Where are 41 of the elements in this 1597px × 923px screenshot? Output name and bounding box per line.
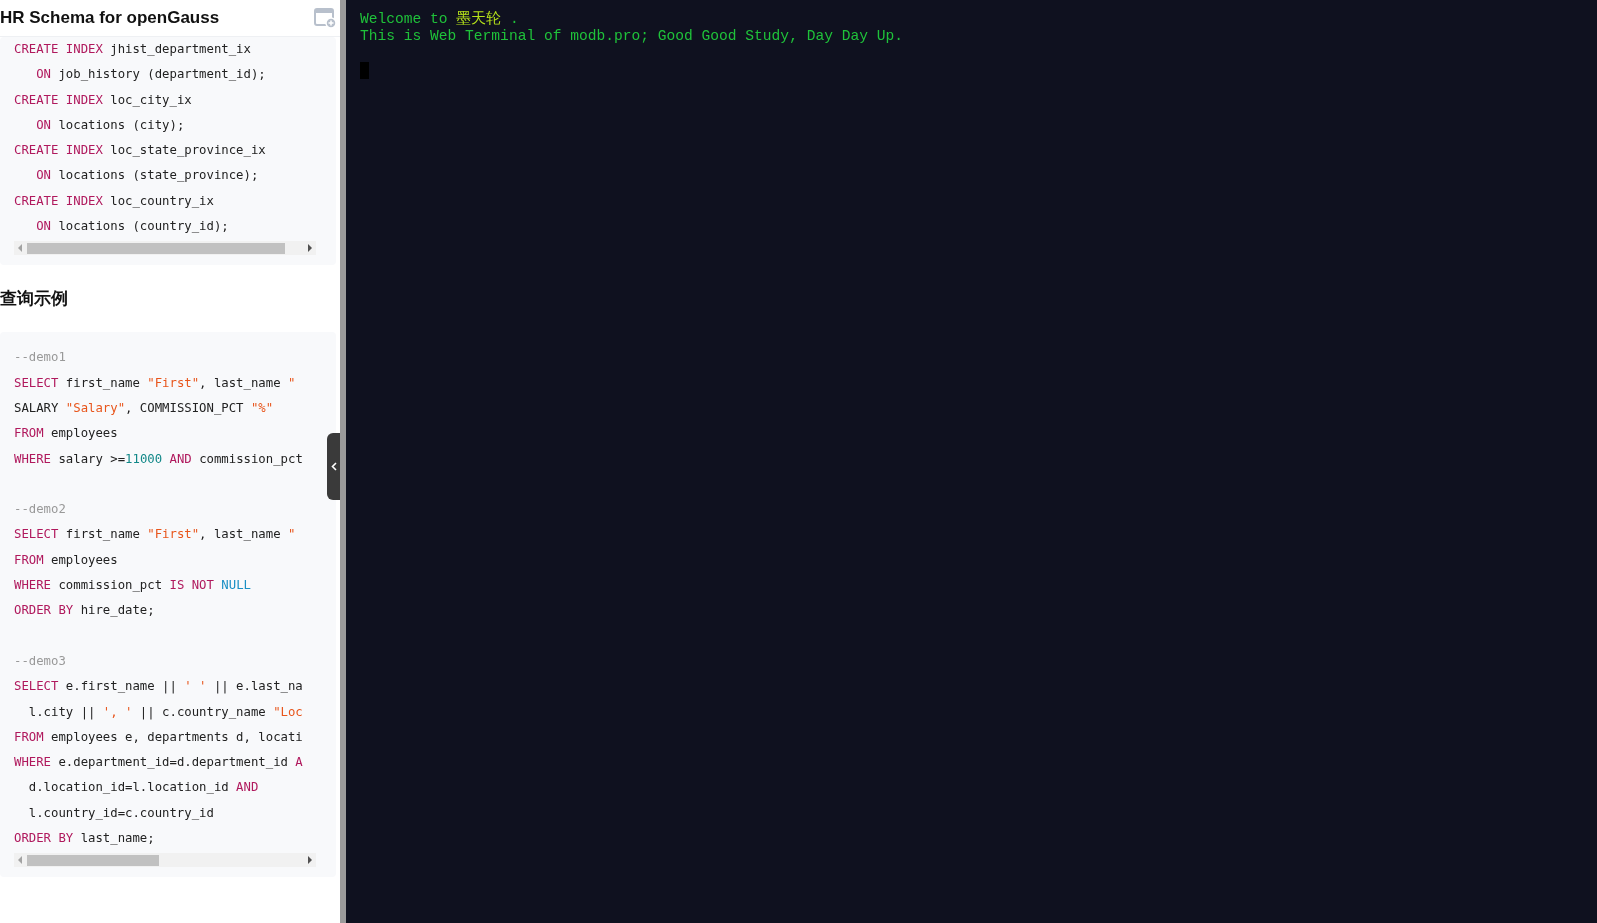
code-comment: --demo3: [14, 652, 67, 670]
code-line: WHERE salary >=11000 AND commission_pct: [14, 450, 304, 468]
code-line: FROM employees: [14, 551, 119, 569]
terminal-line: This is Web Terminal of modb.pro; Good Good Study, Day Day Up.: [360, 28, 904, 45]
code-line: WHERE commission_pct IS NOT NULL: [14, 577, 252, 595]
code-line: CREATE INDEX loc_state_province_ix: [14, 142, 267, 160]
code-line: SELECT e.first_name || ' ' || e.last_na: [14, 678, 304, 696]
left-arrow-icon[interactable]: [17, 244, 23, 253]
collapse-handle[interactable]: [327, 433, 340, 500]
terminal-line: Welcome to 墨天轮 .: [360, 11, 520, 28]
code-line: SELECT first_name "First", last_name ": [14, 526, 297, 544]
right-arrow-icon[interactable]: [307, 244, 313, 253]
panel-title: HR Schema for openGauss: [0, 8, 220, 28]
left-arrow-icon[interactable]: [17, 856, 23, 865]
code-line: ORDER BY hire_date;: [14, 602, 156, 620]
code-line: WHERE e.department_id=d.department_id A: [14, 754, 304, 772]
horizontal-scrollbar[interactable]: [14, 241, 316, 256]
code-line: SELECT first_name "First", last_name ": [14, 374, 297, 392]
horizontal-scrollbar[interactable]: [14, 853, 316, 868]
code-line: CREATE INDEX loc_country_ix: [14, 192, 215, 210]
section-heading: 查询示例: [0, 287, 69, 311]
code-line: l.city || ', ' || c.country_name "Loc: [27, 703, 304, 722]
code-line: ON locations (city);: [35, 116, 186, 134]
code-line: SALARY "Salary", COMMISSION_PCT "%": [14, 399, 275, 417]
code-line: ON locations (state_province);: [35, 167, 260, 185]
code-line: CREATE INDEX jhist_department_ix: [14, 41, 252, 58]
code-line: ON job_history (department_id);: [35, 66, 267, 84]
right-arrow-icon[interactable]: [307, 856, 313, 865]
code-line: ON locations (country_id);: [35, 218, 230, 236]
code-comment: --demo2: [14, 501, 67, 519]
code-line: l.country_id=c.country_id: [27, 804, 215, 822]
window-add-icon[interactable]: [314, 8, 336, 28]
chevron-left-icon: [331, 462, 337, 471]
web-terminal[interactable]: Welcome to 墨天轮 . This is Web Terminal of modb.pro; Good Good Study, Day Day Up.: [346, 0, 1597, 923]
code-comment: --demo1: [14, 349, 67, 367]
code-line: d.location_id=l.location_id AND: [27, 779, 260, 797]
terminal-cursor: [360, 62, 369, 79]
code-line: FROM employees e, departments d, locati: [14, 728, 304, 746]
code-line: CREATE INDEX loc_city_ix: [14, 91, 193, 109]
code-line: FROM employees: [14, 425, 119, 443]
code-line: ORDER BY last_name;: [14, 830, 156, 847]
